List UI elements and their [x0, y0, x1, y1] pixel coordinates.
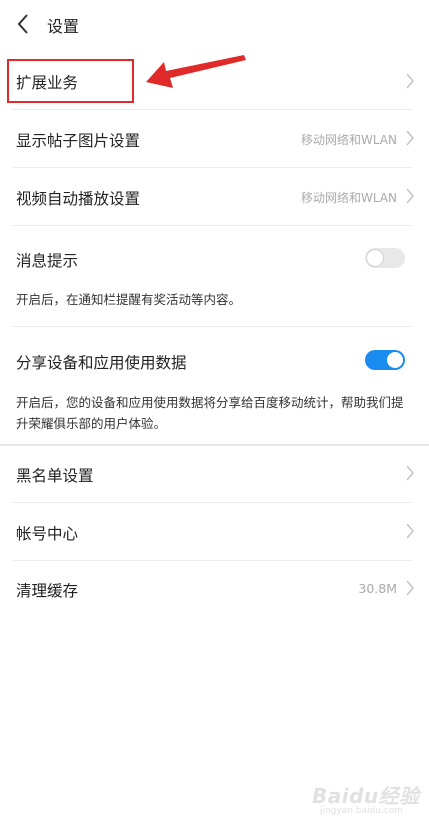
notify-toggle[interactable] — [365, 248, 405, 268]
chevron-right-icon — [406, 188, 414, 204]
settings-item-notify: 消息提示 开启后，在通知栏提醒有奖活动等内容。 — [0, 226, 429, 326]
settings-item-label: 视频自动播放设置 — [16, 190, 141, 208]
settings-item-value: 移动网络和WLAN — [300, 133, 397, 147]
settings-item-label: 帐号中心 — [16, 525, 79, 543]
share-data-toggle[interactable] — [365, 350, 405, 370]
settings-item-description: 开启后，在通知栏提醒有奖活动等内容。 — [16, 292, 242, 307]
chevron-right-icon — [406, 130, 414, 146]
chevron-right-icon — [406, 580, 414, 596]
chevron-right-icon — [406, 465, 414, 481]
annotation-arrow — [146, 55, 246, 88]
settings-item-description: 开启后，您的设备和应用使用数据将分享给百度移动统计，帮助我们提升荣耀俱乐部的用户… — [16, 395, 404, 431]
cache-size-value: 30.8M — [358, 581, 397, 596]
settings-item-blacklist[interactable]: 黑名单设置 — [0, 446, 429, 502]
watermark: Baidu经验 jingyan.baidu.com — [312, 778, 420, 820]
toggle-knob — [387, 352, 403, 368]
settings-item-value: 移动网络和WLAN — [300, 191, 397, 205]
watermark-subtext: jingyan.baidu.com — [320, 806, 404, 816]
settings-item-label: 消息提示 — [16, 252, 79, 270]
settings-item-label: 清理缓存 — [16, 582, 79, 600]
settings-item-label: 分享设备和应用使用数据 — [16, 354, 187, 372]
settings-item-label: 黑名单设置 — [16, 467, 94, 485]
settings-item-share-data: 分享设备和应用使用数据 开启后，您的设备和应用使用数据将分享给百度移动统计，帮助… — [0, 327, 429, 444]
settings-item-clear-cache[interactable]: 清理缓存 30.8M — [0, 561, 429, 617]
settings-item-video-autoplay[interactable]: 视频自动播放设置 移动网络和WLAN — [0, 168, 429, 225]
chevron-right-icon — [406, 523, 414, 539]
watermark-text: Baidu经验 — [312, 784, 420, 808]
toggle-knob — [367, 250, 383, 266]
settings-item-account[interactable]: 帐号中心 — [0, 503, 429, 560]
settings-item-label: 显示帖子图片设置 — [16, 132, 141, 150]
